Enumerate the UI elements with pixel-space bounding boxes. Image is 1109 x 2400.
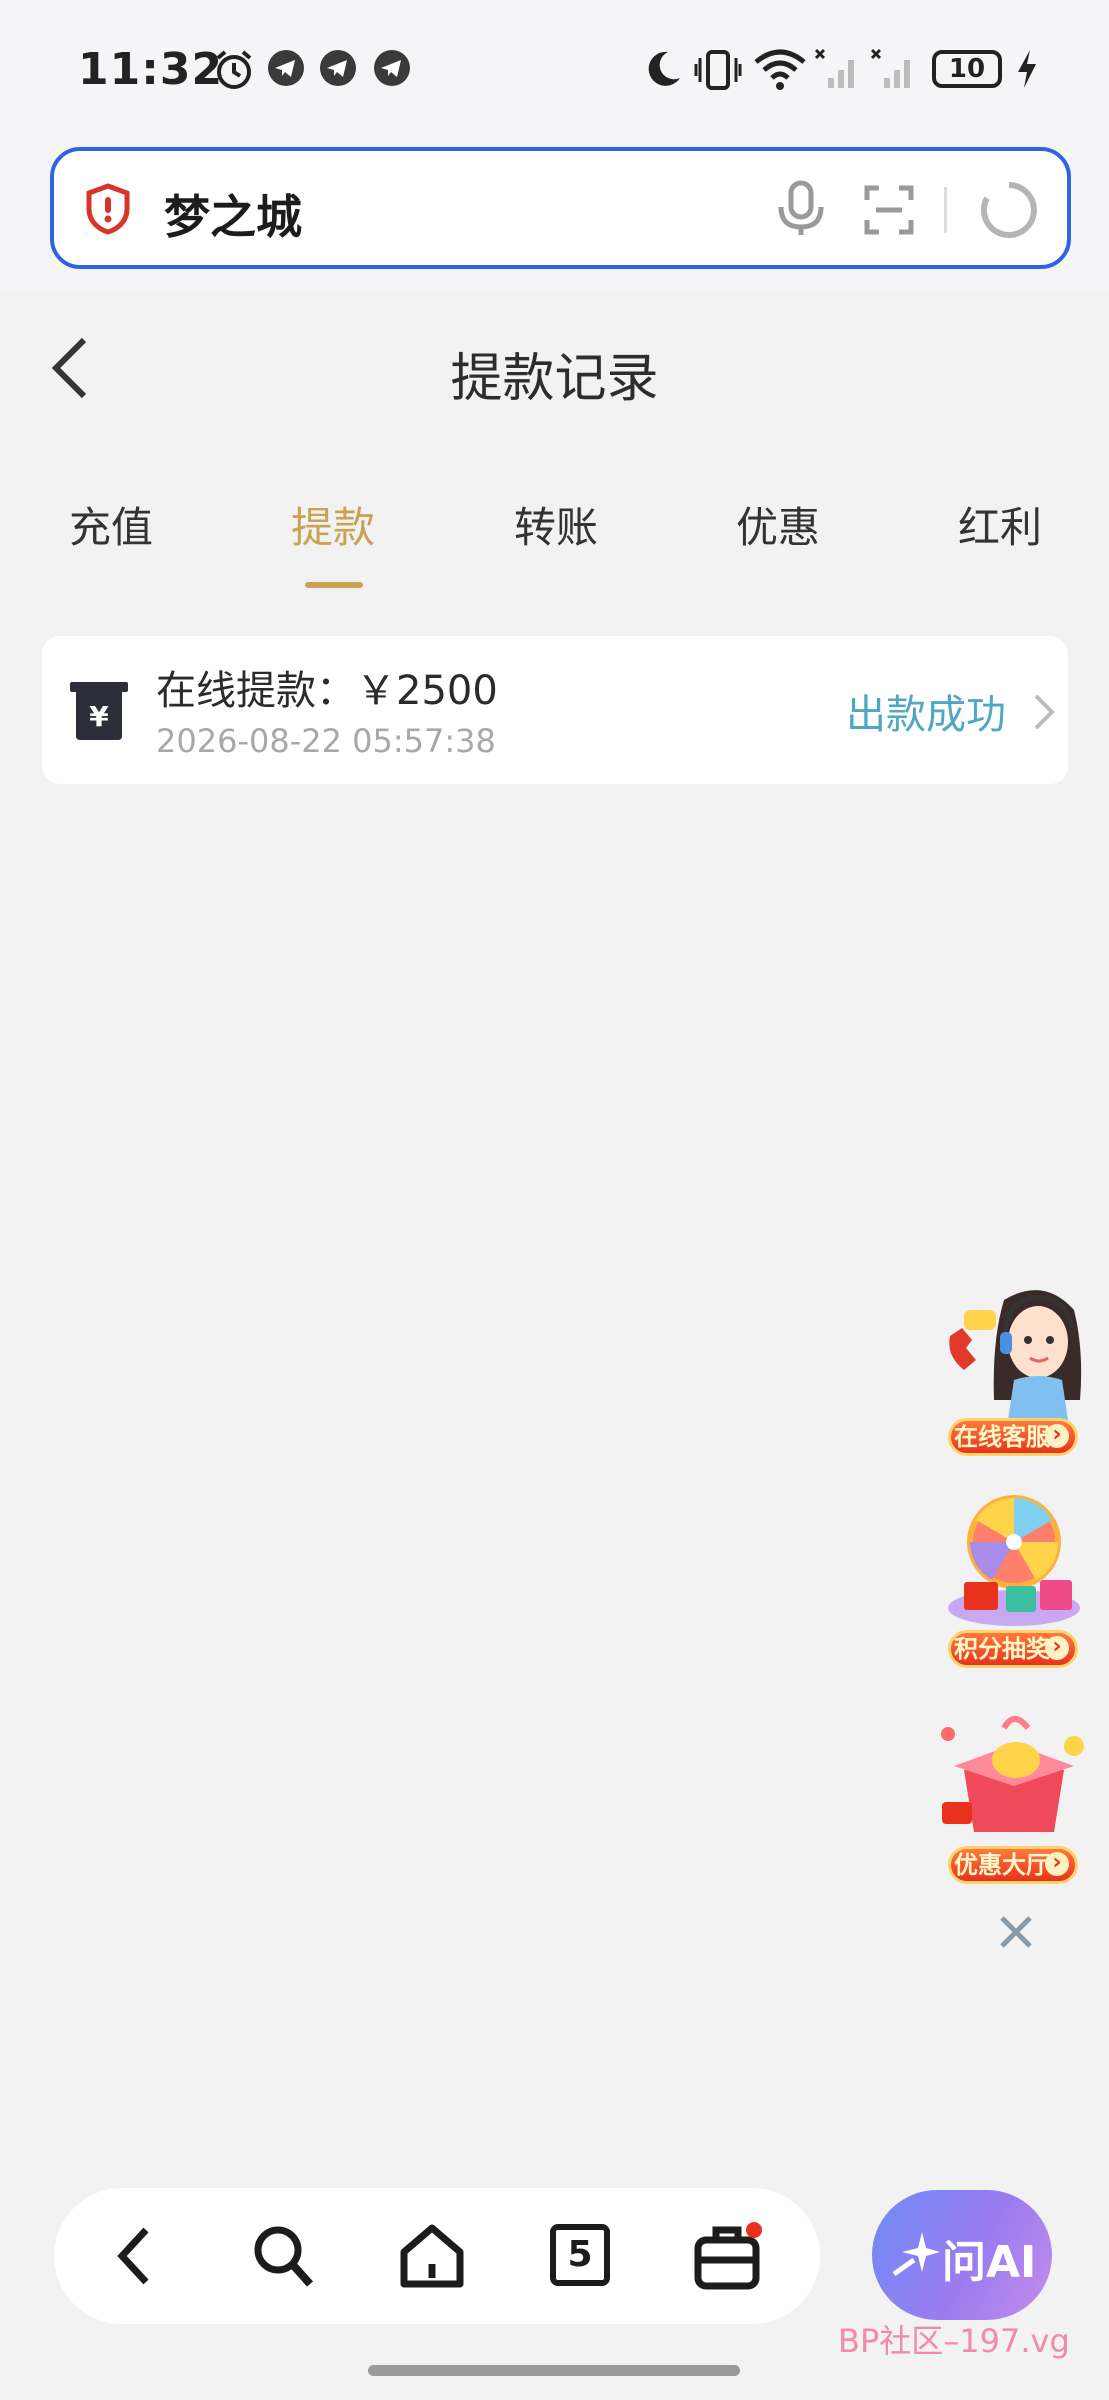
tab-withdraw[interactable]: 提款 <box>258 494 408 555</box>
back-icon[interactable] <box>96 2218 176 2294</box>
customer-service-label[interactable]: 在线客服 <box>948 1418 1078 1456</box>
lottery-label[interactable]: 积分抽奖 <box>948 1630 1078 1668</box>
svg-text:¥: ¥ <box>89 700 109 733</box>
record-title: 在线提款：￥2500 <box>156 668 498 714</box>
promotions-widget[interactable]: 优惠大厅 <box>934 1710 1094 1890</box>
home-icon[interactable] <box>392 2218 472 2294</box>
shield-alert-icon[interactable] <box>84 183 132 235</box>
address-divider <box>944 187 947 233</box>
record-time: 2026-08-22 05:57:38 <box>156 722 496 760</box>
gift-box-icon <box>941 1716 1084 1832</box>
withdraw-record-item[interactable]: ¥ 在线提款：￥2500 2026-08-22 05:57:38 出款成功 <box>42 636 1068 784</box>
lottery-widget[interactable]: 积分抽奖 <box>934 1490 1094 1674</box>
status-time: 11:32 <box>78 44 224 95</box>
page-header: 提款记录 <box>0 292 1109 452</box>
close-icon[interactable] <box>996 1912 1036 1952</box>
chevron-right-icon <box>1034 694 1055 730</box>
scan-icon[interactable] <box>864 185 914 235</box>
sparkle-icon <box>892 2232 940 2277</box>
signal-icon <box>870 48 910 88</box>
home-indicator[interactable] <box>368 2365 740 2376</box>
promotions-label[interactable]: 优惠大厅 <box>948 1846 1078 1884</box>
record-status: 出款成功 <box>846 692 1006 738</box>
battery-indicator: 10 <box>932 50 1002 88</box>
tabs-button[interactable]: 5 <box>540 2218 620 2294</box>
telegram-icon <box>320 50 356 86</box>
browser-address-area: 梦之城 <box>0 140 1109 292</box>
ask-ai-label: 问AI <box>942 2237 1037 2288</box>
tab-promotion[interactable]: 优惠 <box>703 494 853 555</box>
watermark-text: BP社区–197.vg <box>838 2322 1070 2360</box>
address-text[interactable]: 梦之城 <box>164 181 302 247</box>
status-bar: 11:32 10 <box>0 0 1109 140</box>
page-title: 提款记录 <box>450 349 659 409</box>
customer-service-widget[interactable]: 在线客服 <box>934 1280 1094 1460</box>
tab-active-indicator <box>305 582 363 588</box>
prize-wheel-icon <box>948 1495 1080 1626</box>
signal-icon <box>814 48 854 88</box>
alarm-icon <box>216 50 252 89</box>
microphone-icon[interactable] <box>774 179 828 239</box>
bottom-nav-pill: 5 <box>54 2188 820 2324</box>
customer-service-avatar-icon <box>949 1290 1082 1420</box>
telegram-icon <box>268 50 304 86</box>
tab-bonus[interactable]: 红利 <box>925 494 1075 555</box>
address-bar[interactable]: 梦之城 <box>50 147 1071 269</box>
refresh-icon[interactable] <box>980 181 1038 239</box>
tab-transfer[interactable]: 转账 <box>481 494 631 555</box>
withdraw-atm-icon: ¥ <box>70 682 128 740</box>
tab-count: 5 <box>550 2224 610 2286</box>
wifi-icon <box>754 49 806 90</box>
moon-icon <box>648 51 680 86</box>
ask-ai-button[interactable]: 问AI <box>872 2190 1052 2320</box>
record-tabs: 充值 提款 转账 优惠 红利 <box>0 470 1109 600</box>
toolbox-icon[interactable] <box>688 2218 768 2294</box>
tab-deposit[interactable]: 充值 <box>36 494 186 555</box>
charging-icon <box>1018 50 1036 88</box>
vibrate-icon <box>694 50 742 90</box>
search-icon[interactable] <box>244 2218 324 2294</box>
telegram-icon <box>374 50 410 86</box>
